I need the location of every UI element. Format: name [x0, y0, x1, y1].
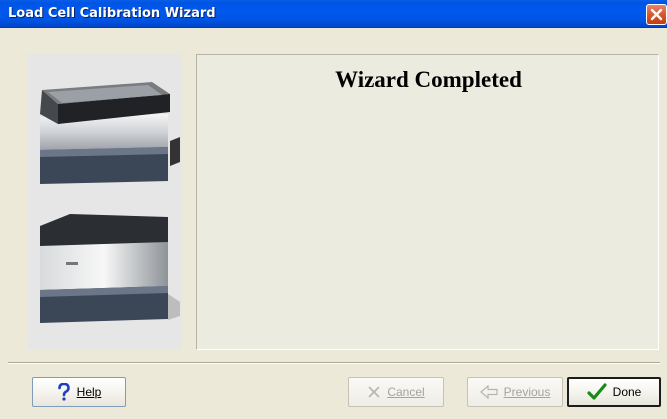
device-image-panel — [28, 54, 182, 349]
cancel-button[interactable]: Cancel — [348, 377, 444, 407]
load-cell-device-image — [40, 82, 180, 323]
previous-label: Previous — [503, 385, 551, 399]
back-arrow-icon — [479, 385, 498, 399]
window-title: Load Cell Calibration Wizard — [8, 6, 216, 21]
footer-divider-highlight — [8, 363, 660, 364]
x-icon — [367, 385, 381, 399]
title-bar[interactable]: Load Cell Calibration Wizard — [0, 0, 667, 28]
previous-button[interactable]: Previous — [467, 377, 563, 407]
page-title: Wizard Completed — [335, 67, 522, 92]
content-panel: Wizard Completed — [196, 54, 659, 350]
checkmark-icon — [587, 383, 607, 401]
done-button[interactable]: Done — [567, 377, 661, 407]
help-label: Help — [76, 385, 102, 399]
cancel-label: Cancel — [387, 385, 425, 399]
close-button[interactable] — [646, 4, 667, 25]
question-icon — [57, 383, 71, 401]
done-label: Done — [612, 385, 642, 399]
help-button[interactable]: Help — [32, 377, 126, 407]
close-icon — [650, 8, 663, 21]
wizard-window: Load Cell Calibration Wizard Wizard Comp… — [0, 0, 667, 419]
